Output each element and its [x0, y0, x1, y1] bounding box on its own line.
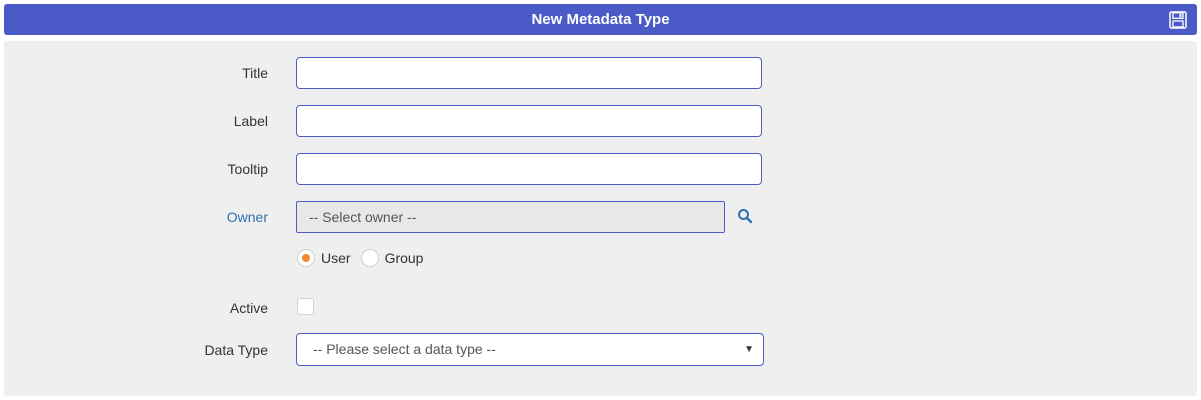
- title-input[interactable]: [296, 57, 762, 89]
- owner-select[interactable]: -- Select owner --: [296, 201, 725, 233]
- data-type-label: Data Type: [204, 342, 268, 358]
- label-label: Label: [233, 113, 268, 129]
- data-type-select[interactable]: -- Please select a data type -- ▼: [296, 333, 764, 366]
- owner-link[interactable]: Owner: [4, 209, 268, 225]
- floppy-disk-icon[interactable]: [1169, 11, 1187, 29]
- data-type-selected-value: -- Please select a data type --: [313, 341, 496, 357]
- page-title: New Metadata Type: [531, 11, 670, 28]
- label-input[interactable]: [296, 105, 762, 137]
- owner-type-radio-group: User Group: [297, 249, 433, 267]
- radio-selected-dot: [302, 254, 310, 262]
- search-icon[interactable]: [737, 208, 753, 224]
- active-checkbox[interactable]: [297, 298, 314, 315]
- radio-group-label[interactable]: Group: [385, 250, 424, 266]
- page-header: New Metadata Type: [4, 4, 1197, 35]
- radio-group[interactable]: [360, 249, 379, 267]
- chevron-down-icon: ▼: [744, 344, 754, 355]
- radio-user-label[interactable]: User: [321, 250, 351, 266]
- tooltip-input[interactable]: [296, 153, 762, 185]
- title-label: Title: [242, 65, 268, 81]
- radio-user[interactable]: [297, 249, 315, 267]
- tooltip-label: Tooltip: [227, 161, 268, 177]
- active-label: Active: [229, 300, 268, 316]
